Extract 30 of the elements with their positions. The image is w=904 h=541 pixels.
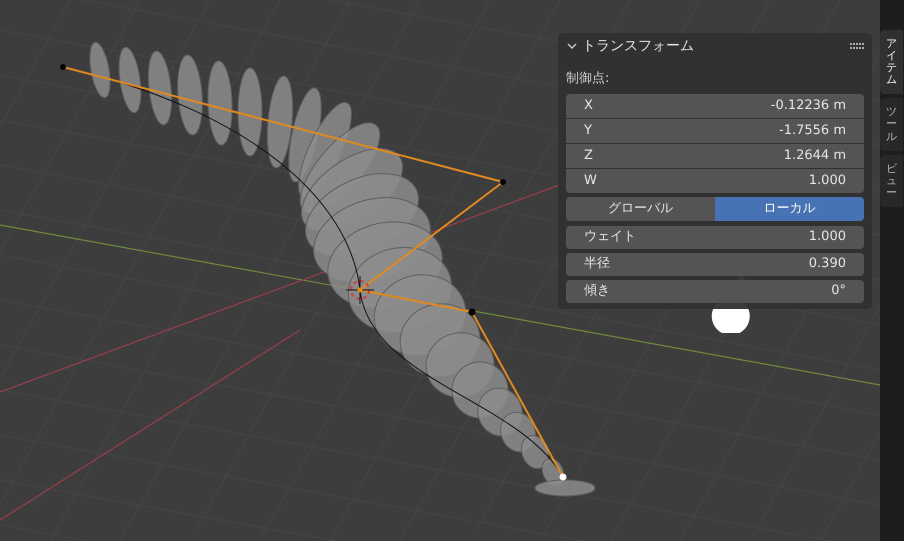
- property-field[interactable]: 半径 0.390: [566, 252, 864, 276]
- field-value: 0°: [831, 282, 846, 300]
- space-toggle-button[interactable]: グローバル: [566, 196, 715, 220]
- field-value: 1.2644 m: [784, 146, 846, 165]
- field-value: 1.000: [808, 228, 846, 246]
- 3d-cursor-icon: [346, 276, 374, 304]
- property-field[interactable]: ウェイト 1.000: [566, 226, 864, 248]
- coordinate-field[interactable]: X -0.12236 m: [566, 94, 864, 118]
- field-value: 1.000: [808, 172, 846, 190]
- field-value: -0.12236 m: [770, 96, 846, 115]
- field-label: Y: [584, 122, 592, 140]
- field-label: 半径: [584, 255, 610, 274]
- space-toggle-button[interactable]: ローカル: [715, 196, 864, 220]
- coordinate-field[interactable]: Z 1.2644 m: [566, 144, 864, 168]
- drag-handle-icon[interactable]: [850, 43, 864, 49]
- section-label: 制御点:: [566, 70, 610, 88]
- coordinate-field[interactable]: W 1.000: [566, 168, 864, 192]
- field-label: ウェイト: [584, 228, 636, 246]
- field-label: W: [584, 172, 597, 190]
- field-value: -1.7556 m: [779, 122, 846, 140]
- field-label: X: [584, 96, 593, 115]
- coordinate-field[interactable]: Y -1.7556 m: [566, 118, 864, 142]
- panel-header[interactable]: トランスフォーム: [566, 36, 694, 56]
- sidebar-tab[interactable]: ツール: [880, 98, 903, 151]
- field-value: 0.390: [808, 255, 846, 274]
- sidebar-tab[interactable]: ビュー: [880, 154, 903, 207]
- field-label: 傾き: [584, 282, 610, 300]
- sidebar-tab[interactable]: アイテム: [880, 30, 903, 94]
- field-label: Z: [584, 146, 593, 165]
- property-field[interactable]: 傾き 0°: [566, 280, 864, 302]
